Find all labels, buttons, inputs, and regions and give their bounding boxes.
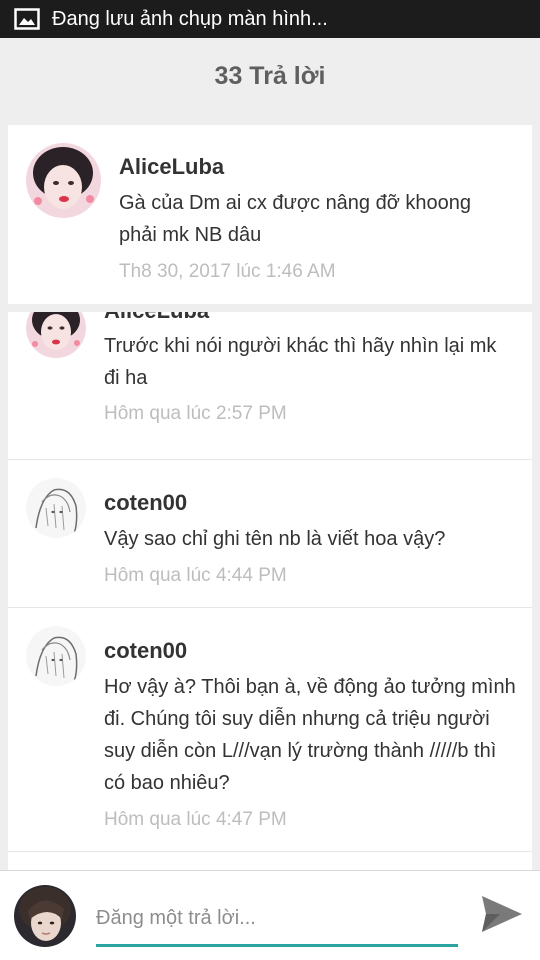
- reply-timestamp: Hôm qua lúc 2:57 PM: [104, 403, 287, 424]
- reply-author[interactable]: AliceLuba: [104, 312, 209, 324]
- page-header: 33 Trả lời: [0, 38, 540, 114]
- avatar[interactable]: [26, 312, 86, 358]
- reply-timestamp: Hôm qua lúc 4:47 PM: [104, 809, 287, 830]
- reply-author[interactable]: coten00: [104, 490, 187, 516]
- avatar[interactable]: [14, 885, 76, 947]
- avatar[interactable]: [26, 626, 86, 686]
- post-author[interactable]: AliceLuba: [119, 154, 224, 180]
- avatar[interactable]: [26, 143, 101, 218]
- page-title: 33 Trả lời: [214, 61, 326, 90]
- post-text: Gà của Dm ai cx được nâng đỡ khoong phải…: [119, 192, 472, 246]
- send-button[interactable]: [478, 893, 526, 937]
- reply-item: coten00 Vậy sao chỉ ghi tên nb là viết h…: [8, 460, 532, 608]
- reply-text: Trước khi nói người khác thì hãy nhìn lạ…: [104, 335, 497, 389]
- main-post: AliceLuba Gà của Dm ai cx được nâng đỡ k…: [8, 125, 532, 304]
- reply-list[interactable]: AliceLuba Trước khi nói người khác thì h…: [8, 312, 532, 870]
- image-icon: [14, 8, 40, 30]
- reply-input[interactable]: [96, 899, 458, 947]
- post-timestamp: Th8 30, 2017 lúc 1:46 AM: [119, 261, 336, 282]
- reply-text: Hơ vậy à? Thôi bạn à, về động ảo tưởng m…: [104, 676, 516, 794]
- avatar[interactable]: [26, 478, 86, 538]
- reply-composer: [0, 870, 540, 960]
- reply-timestamp: Hôm qua lúc 4:44 PM: [104, 565, 287, 586]
- send-icon: [480, 895, 524, 937]
- status-notification-text: Đang lưu ảnh chụp màn hình...: [52, 7, 328, 30]
- reply-item: coten00 Hơ vậy à? Thôi bạn à, về động ảo…: [8, 608, 532, 852]
- reply-item: AliceLuba Trước khi nói người khác thì h…: [8, 312, 532, 460]
- reply-text: Vậy sao chỉ ghi tên nb là viết hoa vậy?: [104, 528, 446, 550]
- reply-author[interactable]: coten00: [104, 638, 187, 664]
- status-bar: Đang lưu ảnh chụp màn hình...: [0, 0, 540, 38]
